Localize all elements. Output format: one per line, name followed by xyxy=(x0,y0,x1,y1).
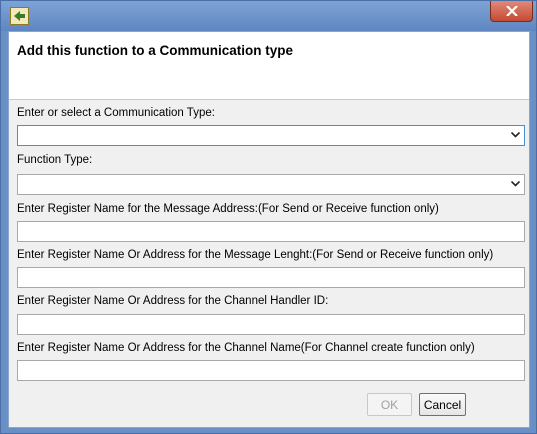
close-button[interactable] xyxy=(490,1,533,22)
chevron-down-icon xyxy=(511,132,520,138)
ok-button[interactable]: OK xyxy=(367,393,412,416)
message-length-field[interactable] xyxy=(17,267,525,288)
function-type-label: Function Type: xyxy=(17,154,93,166)
close-icon xyxy=(506,6,518,16)
message-address-label: Enter Register Name for the Message Addr… xyxy=(17,203,439,215)
title-bar[interactable] xyxy=(1,1,536,31)
cancel-button[interactable]: Cancel xyxy=(419,393,466,416)
dialog-header: Add this function to a Communication typ… xyxy=(9,32,529,100)
chevron-down-icon xyxy=(511,181,520,187)
dialog-title: Add this function to a Communication typ… xyxy=(17,43,293,58)
message-length-label: Enter Register Name Or Address for the M… xyxy=(17,249,494,261)
function-type-combo[interactable] xyxy=(17,174,525,195)
dialog-window: Add this function to a Communication typ… xyxy=(0,0,537,434)
channel-name-label: Enter Register Name Or Address for the C… xyxy=(17,342,475,354)
communication-type-combo[interactable] xyxy=(17,125,525,146)
channel-handler-id-field[interactable] xyxy=(17,314,525,335)
dialog-body: Add this function to a Communication typ… xyxy=(8,31,530,428)
app-icon xyxy=(10,7,29,25)
communication-type-label: Enter or select a Communication Type: xyxy=(17,107,215,119)
message-address-field[interactable] xyxy=(17,221,525,242)
channel-handler-id-label: Enter Register Name Or Address for the C… xyxy=(17,295,329,307)
channel-name-field[interactable] xyxy=(17,360,525,381)
